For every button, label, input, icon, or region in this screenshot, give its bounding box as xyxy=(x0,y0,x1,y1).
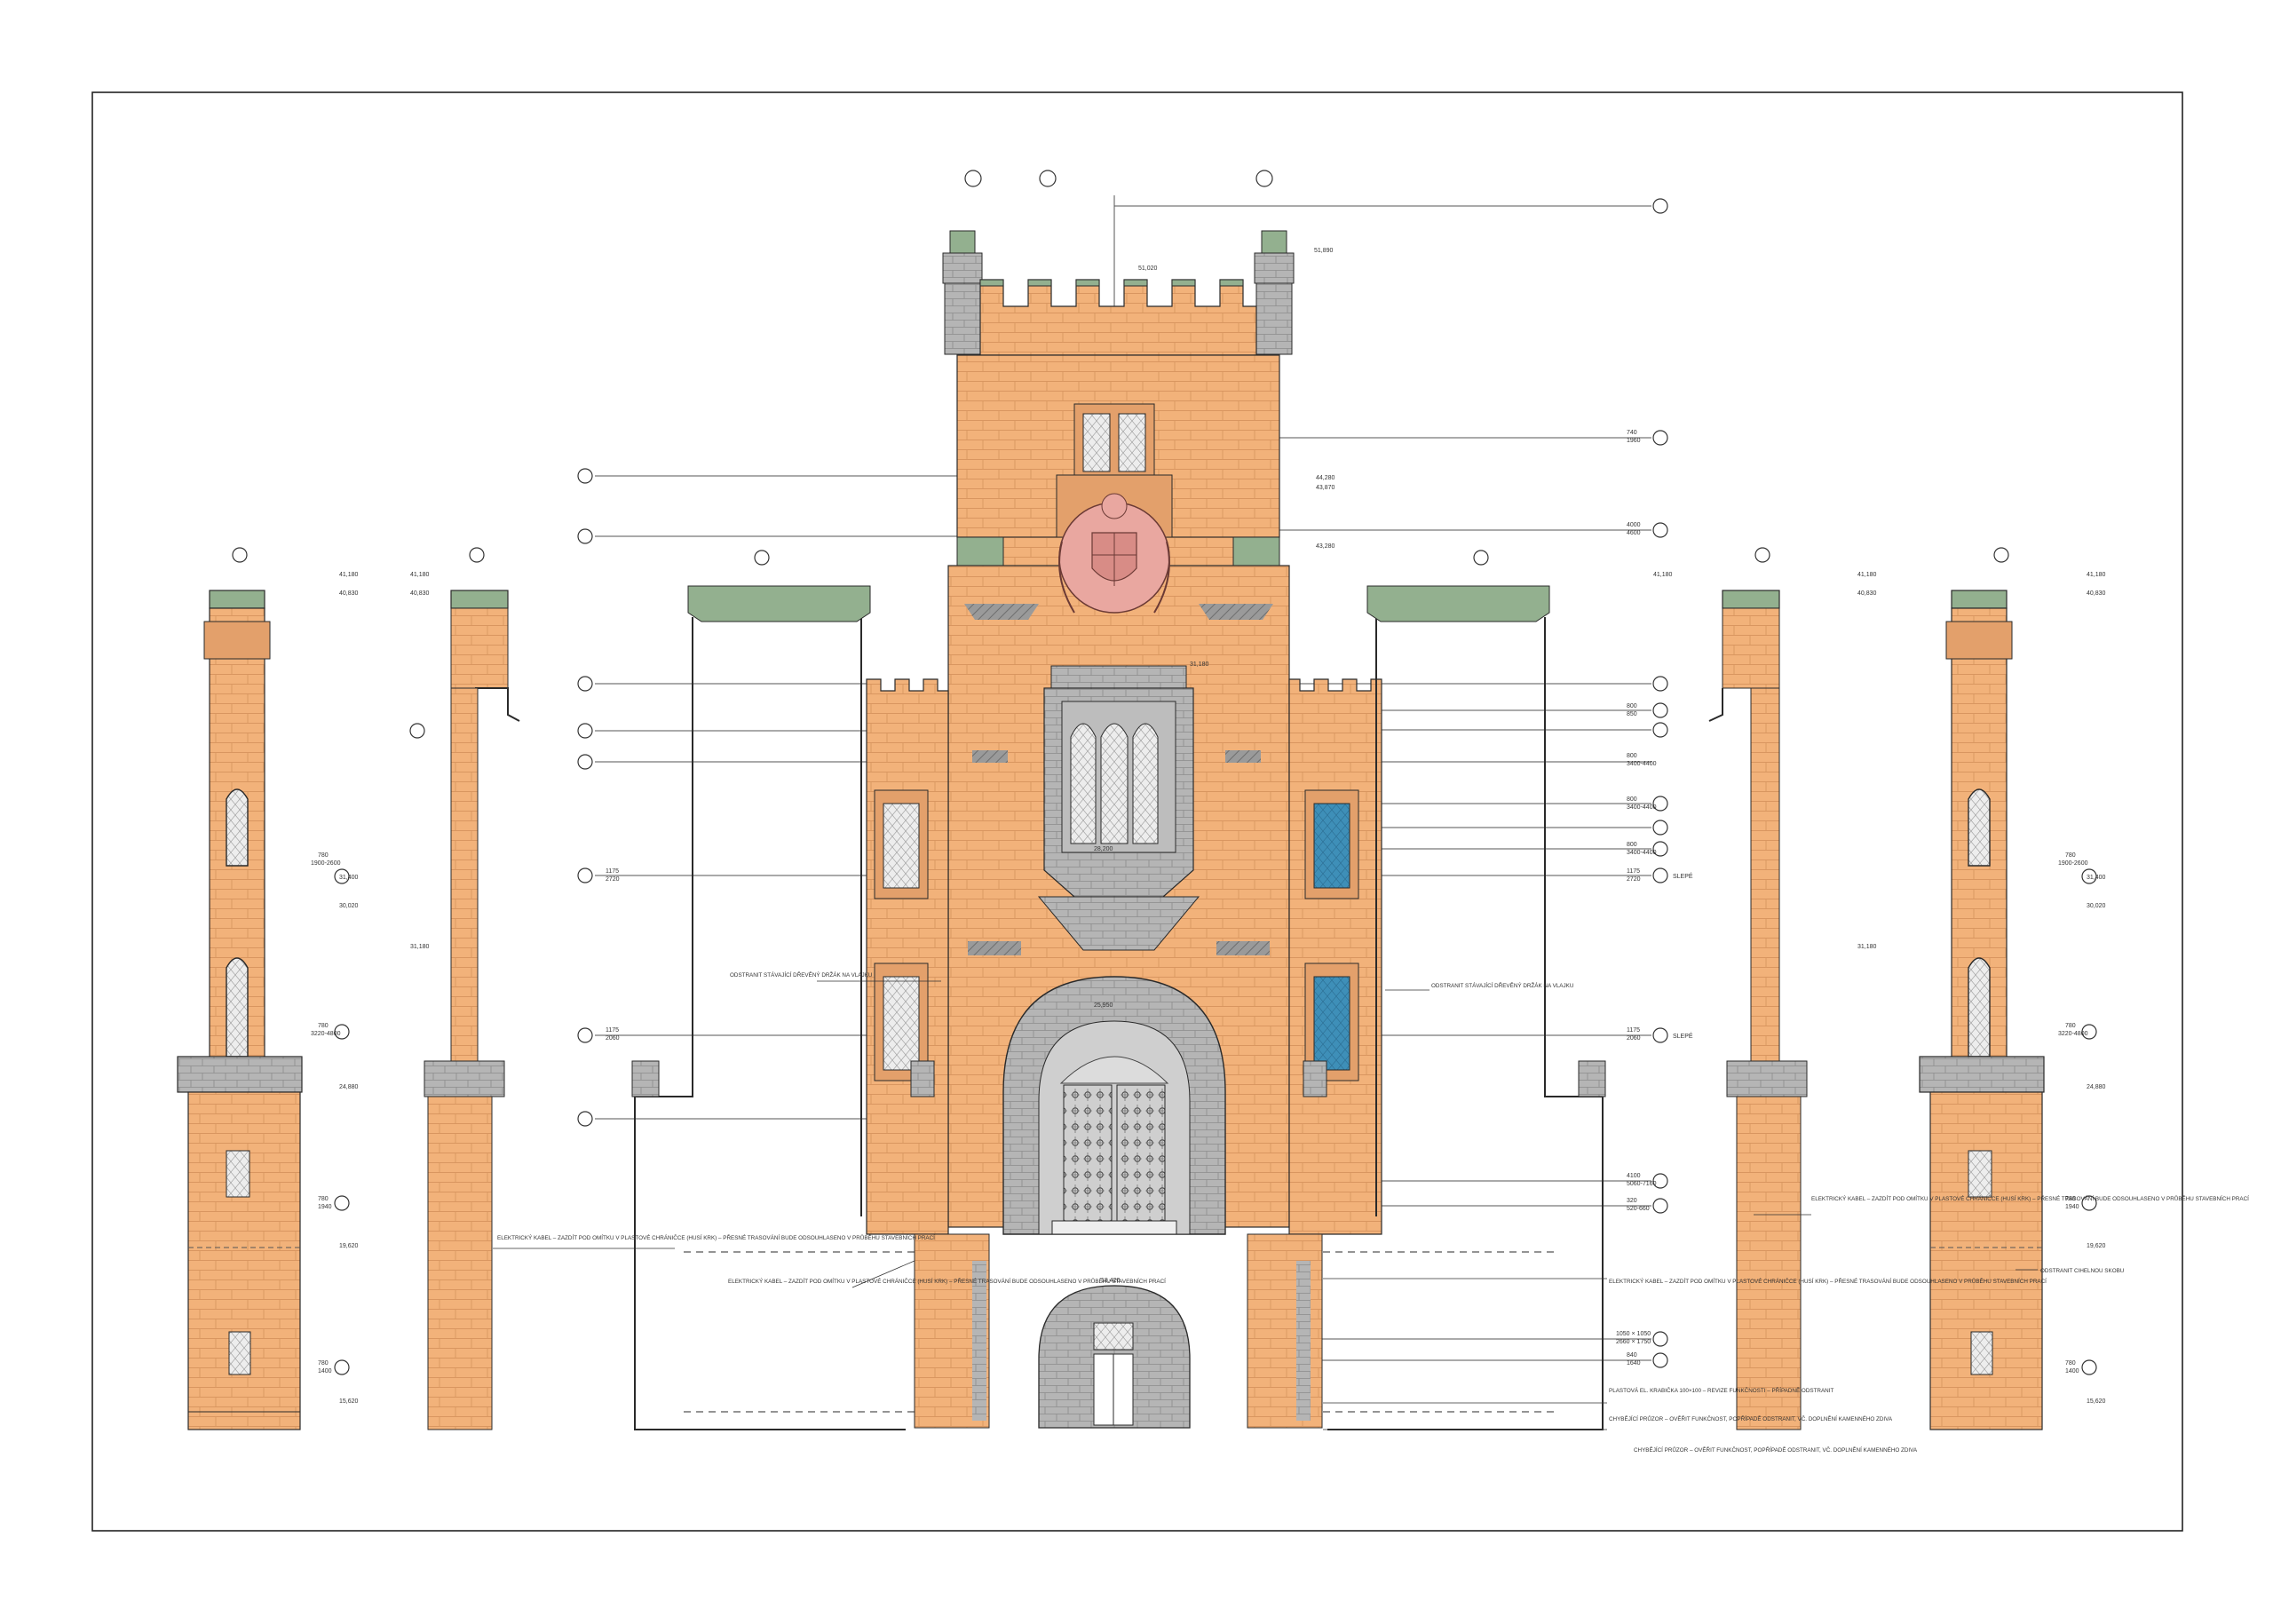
level-bay-top: 31,180 xyxy=(1190,661,1209,668)
level-slim-b-r: 24,880 xyxy=(2087,1084,2106,1090)
level-corner-cornice-r2: 40,830 xyxy=(1857,590,1877,597)
level-ground-r: 15,620 xyxy=(2087,1398,2106,1405)
level-corner-top-r3: 41,180 xyxy=(2087,572,2106,578)
level-side-top-r: 31,180 xyxy=(1857,944,1877,950)
dim-side-lower-l2: 2060 xyxy=(606,1035,620,1042)
slepe-upper: SLEPÉ xyxy=(1673,872,1693,880)
dim-tower-window-a: 740 xyxy=(1627,430,1637,436)
dim-side-upper-l2: 2720 xyxy=(606,876,620,883)
level-ground-l: 15,620 xyxy=(339,1398,359,1405)
dim-bay-c-2: 3400-4400 xyxy=(1627,804,1657,811)
left-slim-tower-front xyxy=(177,590,303,1430)
dim-bay-d-2: 3400-4400 xyxy=(1627,850,1657,856)
dim-side-upper-r1: 1175 xyxy=(1627,868,1640,875)
dim-tower-window-b: 1960 xyxy=(1627,438,1641,444)
dim-side-lower-r1: 1175 xyxy=(1627,1027,1640,1034)
dim-side-lower-r2: 2060 xyxy=(1627,1035,1641,1042)
note-oak-right: ODSTRANIT STÁVAJÍCÍ DŘEVĚNÝ DRŽÁK NA VLA… xyxy=(1431,981,1574,989)
level-slim-a-l: 30,020 xyxy=(339,903,359,909)
level-slim-window-r: 31,400 xyxy=(2087,875,2106,881)
dim-side-upper-l1: 1175 xyxy=(606,868,619,875)
dim-slim-upper-l1: 780 xyxy=(318,852,329,859)
level-tower-top: 51,890 xyxy=(1314,248,1334,254)
dim-base-door-2: 2660 × 1750 xyxy=(1616,1339,1651,1345)
dim-slim-door-r2: 1940 xyxy=(2065,1204,2079,1210)
dim-slim-base-r2: 1400 xyxy=(2065,1368,2079,1374)
level-corner-cornice-l1: 40,830 xyxy=(339,590,359,597)
level-gate: 25,950 xyxy=(1094,1002,1113,1009)
note-window1: CHYBĚJÍCÍ PRŮZOR – OVĚŘIT FUNKČNOST, POP… xyxy=(1609,1414,1893,1422)
dim-bay-d-1: 800 xyxy=(1627,842,1637,848)
dim-slim-lower-l2: 3220-4800 xyxy=(311,1031,341,1037)
level-corner-top-r2: 41,180 xyxy=(1857,572,1877,578)
level-slim-b-l: 24,880 xyxy=(339,1084,359,1090)
dim-slim-upper-l2: 1900-2600 xyxy=(311,860,341,867)
dim-slim-lower-r1: 780 xyxy=(2065,1023,2076,1029)
elevation-drawing: 51,890 51,020 44,280 43,870 43,280 41,18… xyxy=(91,91,2249,1532)
note-cable-left: ELEKTRICKÝ KABEL – ZAZDÍT POD OMÍTKU V P… xyxy=(497,1233,935,1241)
dim-base-door2-2: 1640 xyxy=(1627,1360,1641,1367)
slepe-lower: SLEPÉ xyxy=(1673,1032,1693,1040)
dim-slim-base-l1: 780 xyxy=(318,1360,329,1367)
dim-bay-a-1: 800 xyxy=(1627,703,1637,709)
dim-gate-door-1: 4100 xyxy=(1627,1173,1641,1179)
level-bay-mid: 28,200 xyxy=(1094,846,1113,852)
note-oak-left: ODSTRANIT STÁVAJÍCÍ DŘEVĚNÝ DRŽÁK NA VLA… xyxy=(730,970,873,978)
left-slim-tower-side xyxy=(424,590,520,1430)
note-plastic: PLASTOVÁ EL. KRABIČKA 100×100 – REVIZE F… xyxy=(1609,1386,1833,1394)
level-corner-top-l2: 41,180 xyxy=(410,572,430,578)
dim-base-door-1: 1050 × 1050 xyxy=(1616,1331,1651,1337)
note-brick: ODSTRANIT CIHELNOU SKOBU xyxy=(2040,1268,2125,1274)
lower-gateway xyxy=(914,1233,1323,1429)
level-slim-window-l: 31,400 xyxy=(339,875,359,881)
level-tower-cornice: 43,280 xyxy=(1316,543,1335,550)
level-corner-top-l1: 41,180 xyxy=(339,572,359,578)
level-plinth-l: 19,620 xyxy=(339,1243,359,1249)
level-corner-cornice-l2: 40,830 xyxy=(410,590,430,597)
dim-slim-upper-r2: 1900-2600 xyxy=(2058,860,2088,867)
level-side-top-l: 31,180 xyxy=(410,944,430,950)
dim-bay-b-1: 800 xyxy=(1627,753,1637,759)
right-slim-tower-side xyxy=(1708,590,1808,1430)
dim-bay-a-2: 850 xyxy=(1627,711,1637,717)
dim-side-lower-l1: 1175 xyxy=(606,1027,619,1034)
central-tower xyxy=(942,230,1320,1235)
note-window2: CHYBĚJÍCÍ PRŮZOR – OVĚŘIT FUNKČNOST, POP… xyxy=(1634,1446,1918,1454)
dim-gate-small-2: 520-660 xyxy=(1627,1206,1650,1212)
dim-base-door2-1: 840 xyxy=(1627,1352,1637,1359)
dim-slim-door-l1: 780 xyxy=(318,1196,329,1202)
level-corner-cornice-r3: 40,830 xyxy=(2087,590,2106,597)
note-cable-center: ELEKTRICKÝ KABEL – ZAZDÍT POD OMÍTKU V P… xyxy=(728,1277,1166,1285)
dim-slim-base-r1: 780 xyxy=(2065,1360,2076,1367)
note-cable-far-right: ELEKTRICKÝ KABEL – ZAZDÍT POD OMÍTKU V P… xyxy=(1811,1194,2249,1202)
level-corner-top-r1: 41,180 xyxy=(1653,572,1673,578)
dim-slim-lower-r2: 3220-4800 xyxy=(2058,1031,2088,1037)
dim-slim-door-l2: 1940 xyxy=(318,1204,332,1210)
level-plinth-r: 19,620 xyxy=(2087,1243,2106,1249)
dim-gate-small-1: 320 xyxy=(1627,1198,1637,1204)
dim-tower-band-a: 4000 xyxy=(1627,522,1641,528)
level-slim-a-r: 30,020 xyxy=(2087,903,2106,909)
dim-bay-c-1: 800 xyxy=(1627,796,1637,803)
level-tower-roof: 51,020 xyxy=(1138,265,1158,272)
dim-tower-band-b: 4600 xyxy=(1627,530,1641,536)
dim-bay-b-2: 3400-4400 xyxy=(1627,761,1657,767)
note-cable-right: ELEKTRICKÝ KABEL – ZAZDÍT POD OMÍTKU V P… xyxy=(1609,1277,2047,1285)
level-tower-band: 44,280 xyxy=(1316,475,1335,481)
dim-slim-upper-r1: 780 xyxy=(2065,852,2076,859)
dim-side-upper-r2: 2720 xyxy=(1627,876,1641,883)
dim-gate-door-2: 5060-7160 xyxy=(1627,1181,1657,1187)
level-tower-band2: 43,870 xyxy=(1316,485,1335,491)
dim-slim-base-l2: 1400 xyxy=(318,1368,332,1374)
dim-slim-lower-l1: 780 xyxy=(318,1023,329,1029)
right-slim-tower-front xyxy=(1919,590,2045,1430)
